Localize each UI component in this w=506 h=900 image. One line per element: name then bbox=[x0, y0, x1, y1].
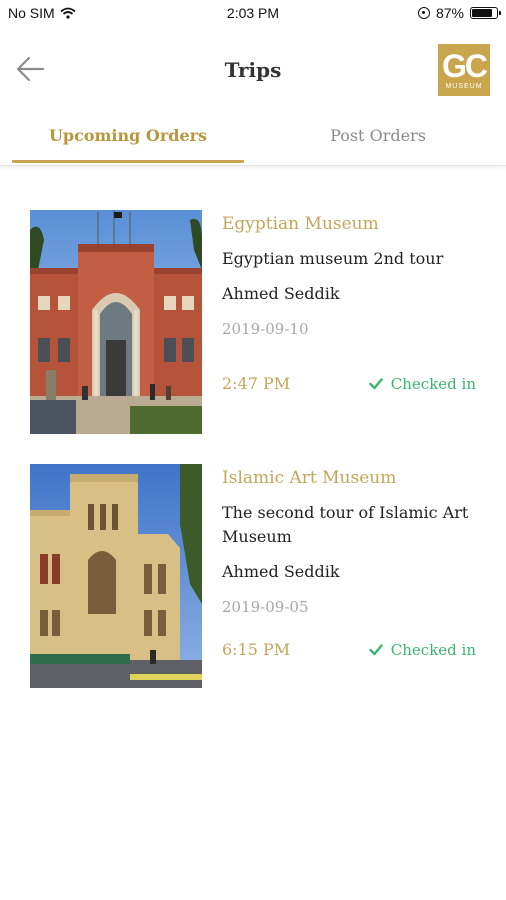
tour-description: Egyptian museum 2nd tour bbox=[222, 249, 444, 268]
tour-date: 2019-09-10 bbox=[222, 320, 309, 338]
status-label: Checked in bbox=[390, 640, 476, 659]
tab-post-orders[interactable]: Post Orders bbox=[262, 126, 494, 145]
museum-photo bbox=[30, 464, 202, 688]
islamic-art-museum-photo bbox=[30, 464, 202, 688]
order-footer: 6:15 PM Checked in bbox=[222, 640, 476, 659]
guide-name: Ahmed Seddik bbox=[222, 562, 340, 581]
order-info: Islamic Art Museum The second tour of Is… bbox=[222, 464, 482, 619]
status-label: Checked in bbox=[390, 374, 476, 393]
guide-name: Ahmed Seddik bbox=[222, 284, 340, 303]
tour-time: 6:15 PM bbox=[222, 640, 291, 659]
museum-photo bbox=[30, 210, 202, 434]
active-tab-indicator bbox=[12, 160, 244, 163]
tour-date: 2019-09-05 bbox=[222, 598, 309, 616]
logo-monogram: GC bbox=[442, 48, 488, 84]
checkmark-icon bbox=[369, 377, 383, 389]
page-title: Trips bbox=[224, 58, 282, 82]
back-button[interactable] bbox=[14, 54, 48, 84]
app-header: Trips GC MUSEUM bbox=[0, 28, 506, 112]
status-badge: Checked in bbox=[369, 641, 476, 659]
egyptian-museum-photo bbox=[30, 210, 202, 434]
battery-fill bbox=[472, 9, 492, 17]
status-bar-right: 87% bbox=[417, 5, 501, 21]
order-footer: 2:47 PM Checked in bbox=[222, 374, 476, 393]
tour-description: The second tour of Islamic Art Museum bbox=[222, 503, 469, 546]
battery-percent: 87% bbox=[435, 5, 464, 21]
orientation-lock-icon bbox=[417, 7, 430, 19]
status-badge: Checked in bbox=[369, 375, 476, 393]
order-card[interactable]: Islamic Art Museum The second tour of Is… bbox=[0, 464, 506, 690]
order-info: Egyptian Museum Egyptian museum 2nd tour… bbox=[222, 210, 482, 341]
order-tabs: Upcoming Orders Post Orders bbox=[0, 112, 506, 166]
museum-name: Egyptian Museum bbox=[222, 214, 379, 234]
battery-icon bbox=[470, 7, 501, 19]
checkmark-icon bbox=[369, 643, 383, 655]
tour-time: 2:47 PM bbox=[222, 374, 291, 393]
museum-logo: GC MUSEUM bbox=[438, 44, 490, 96]
logo-wordmark: MUSEUM bbox=[445, 83, 483, 90]
arrow-left-icon bbox=[16, 56, 45, 82]
museum-name: Islamic Art Museum bbox=[222, 468, 397, 488]
tab-upcoming-orders[interactable]: Upcoming Orders bbox=[12, 126, 244, 145]
status-bar: No SIM 2:03 PM 87% bbox=[0, 0, 506, 28]
order-card[interactable]: Egyptian Museum Egyptian museum 2nd tour… bbox=[0, 210, 506, 436]
